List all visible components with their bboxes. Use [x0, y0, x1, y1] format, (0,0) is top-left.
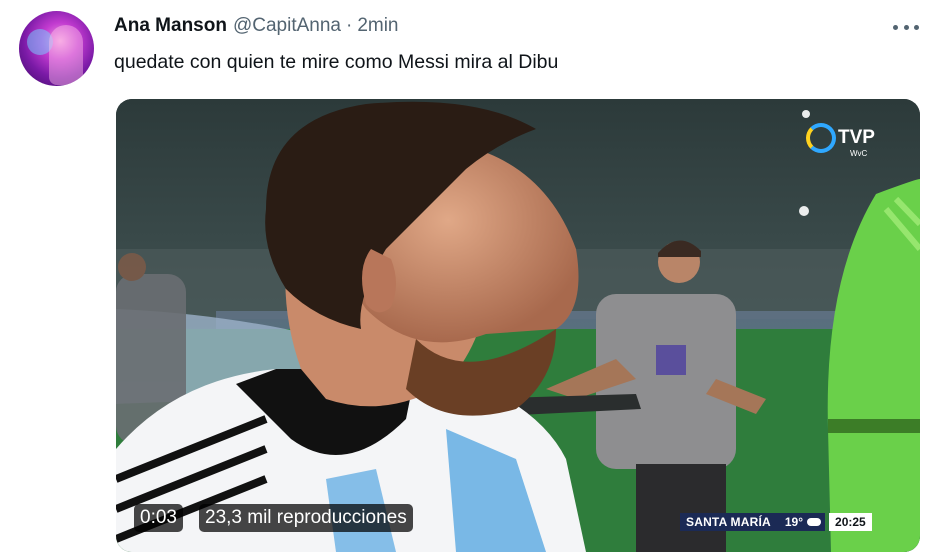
author-handle[interactable]: @CapitAnna	[233, 15, 341, 37]
broadcaster-logo: TVP WvC	[802, 121, 886, 161]
avatar[interactable]	[19, 11, 94, 86]
more-dot	[914, 24, 919, 30]
video-frame	[116, 99, 920, 552]
tvp-ring-icon	[806, 123, 836, 153]
video-view-count: 23,3 mil reproducciones	[199, 504, 413, 532]
cloud-icon	[807, 518, 822, 526]
more-options-icon[interactable]	[893, 16, 919, 38]
author-name[interactable]: Ana Manson	[114, 15, 227, 37]
video-player[interactable]: TVP WvC SANTA MARÍA 19° 20:25 0:03 23,3 …	[116, 99, 920, 552]
separator-dot: ·	[345, 15, 353, 36]
more-dot	[903, 24, 909, 30]
tweet[interactable]: Ana Manson @CapitAnna · 2min quedate con…	[0, 0, 950, 555]
video-elapsed-time: 0:03	[134, 504, 183, 532]
lower-third-clock: 20:25	[829, 513, 872, 531]
timestamp[interactable]: 2min	[357, 15, 398, 37]
broadcaster-subtext: WvC	[850, 149, 868, 158]
tweet-text: quedate con quien te mire como Messi mir…	[114, 51, 559, 73]
more-dot	[893, 24, 898, 30]
broadcast-lower-third: SANTA MARÍA 19° 20:25	[680, 513, 872, 531]
broadcaster-logo-text: TVP	[838, 127, 875, 148]
lower-third-temperature: 19°	[784, 515, 804, 529]
tweet-header: Ana Manson @CapitAnna · 2min	[114, 15, 399, 41]
avatar-figure	[49, 25, 83, 85]
lower-third-weather: 19°	[776, 513, 826, 531]
lower-third-city: SANTA MARÍA	[680, 513, 777, 531]
